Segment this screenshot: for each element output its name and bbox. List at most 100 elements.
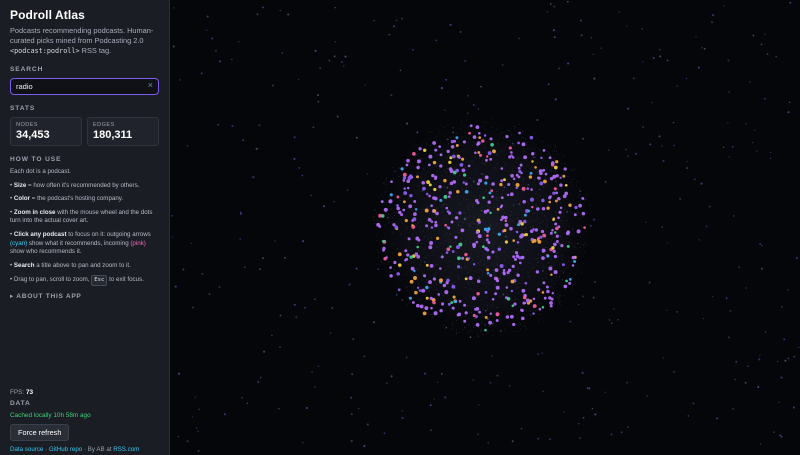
rss-com-link[interactable]: RSS.com: [113, 446, 139, 453]
background-podcast-dot[interactable]: [554, 98, 557, 101]
background-podcast-dot[interactable]: [702, 317, 705, 320]
background-podcast-dot[interactable]: [789, 1, 792, 4]
background-podcast-dot[interactable]: [558, 67, 560, 70]
background-podcast-dot[interactable]: [592, 296, 595, 299]
background-podcast-dot[interactable]: [763, 97, 766, 100]
cluster-podcast-dot[interactable]: [475, 321, 477, 323]
podcast-dot[interactable]: [404, 219, 408, 223]
background-podcast-dot[interactable]: [255, 147, 258, 150]
podcast-dot[interactable]: [446, 278, 450, 283]
cluster-podcast-dot[interactable]: [538, 180, 540, 182]
cluster-podcast-dot[interactable]: [445, 276, 447, 278]
cluster-podcast-dot[interactable]: [436, 263, 438, 265]
cluster-podcast-dot[interactable]: [443, 218, 445, 220]
cluster-podcast-dot[interactable]: [536, 258, 538, 260]
background-podcast-dot[interactable]: [231, 124, 234, 128]
cluster-podcast-dot[interactable]: [467, 209, 469, 210]
cluster-podcast-dot[interactable]: [451, 180, 453, 181]
background-podcast-dot[interactable]: [518, 37, 520, 40]
background-podcast-dot[interactable]: [310, 194, 312, 197]
cluster-podcast-dot[interactable]: [585, 193, 587, 195]
cluster-podcast-dot[interactable]: [508, 151, 510, 152]
background-podcast-dot[interactable]: [566, 0, 569, 3]
background-podcast-dot[interactable]: [760, 267, 763, 270]
podcast-dot[interactable]: [476, 279, 481, 283]
cluster-podcast-dot[interactable]: [480, 330, 482, 332]
cluster-podcast-dot[interactable]: [448, 184, 450, 186]
cluster-podcast-dot[interactable]: [483, 121, 485, 123]
podcast-dot[interactable]: [502, 269, 506, 272]
cluster-podcast-dot[interactable]: [508, 129, 510, 131]
background-podcast-dot[interactable]: [784, 359, 787, 362]
background-podcast-dot[interactable]: [662, 357, 664, 359]
cluster-podcast-dot[interactable]: [572, 288, 574, 290]
cluster-podcast-dot[interactable]: [580, 271, 582, 273]
cluster-podcast-dot[interactable]: [531, 166, 532, 168]
cluster-podcast-dot[interactable]: [490, 118, 492, 120]
podcast-dot[interactable]: [529, 135, 534, 140]
podcast-dot[interactable]: [555, 226, 559, 231]
cluster-podcast-dot[interactable]: [494, 168, 496, 170]
cluster-podcast-dot[interactable]: [510, 324, 512, 326]
cluster-podcast-dot[interactable]: [421, 160, 423, 162]
background-podcast-dot[interactable]: [722, 146, 725, 148]
podcast-dot[interactable]: [489, 211, 492, 215]
cluster-podcast-dot[interactable]: [583, 199, 585, 201]
cluster-podcast-dot[interactable]: [424, 179, 426, 181]
cluster-podcast-dot[interactable]: [415, 211, 417, 213]
podcast-dot[interactable]: [475, 199, 479, 203]
cluster-podcast-dot[interactable]: [450, 159, 452, 161]
podcast-dot[interactable]: [398, 263, 402, 267]
background-podcast-dot[interactable]: [766, 53, 769, 55]
cluster-podcast-dot[interactable]: [583, 243, 585, 245]
cluster-podcast-dot[interactable]: [558, 275, 560, 277]
cluster-podcast-dot[interactable]: [377, 257, 379, 259]
cluster-podcast-dot[interactable]: [502, 209, 504, 211]
search-input[interactable]: [11, 79, 144, 93]
cluster-podcast-dot[interactable]: [500, 242, 502, 244]
cluster-podcast-dot[interactable]: [580, 236, 582, 238]
podcast-dot[interactable]: [462, 173, 467, 177]
cluster-podcast-dot[interactable]: [412, 222, 413, 224]
cluster-podcast-dot[interactable]: [559, 304, 561, 306]
background-podcast-dot[interactable]: [328, 59, 331, 62]
podcast-dot[interactable]: [446, 149, 450, 154]
podcast-dot[interactable]: [411, 301, 415, 304]
cluster-podcast-dot[interactable]: [398, 176, 400, 178]
podcast-dot[interactable]: [461, 256, 465, 260]
background-podcast-dot[interactable]: [231, 58, 233, 61]
cluster-podcast-dot[interactable]: [454, 288, 456, 290]
cluster-podcast-dot[interactable]: [481, 162, 483, 164]
background-podcast-dot[interactable]: [386, 382, 388, 384]
background-podcast-dot[interactable]: [536, 119, 539, 121]
cluster-podcast-dot[interactable]: [377, 196, 379, 198]
cluster-podcast-dot[interactable]: [556, 215, 558, 217]
podcast-dot[interactable]: [554, 222, 558, 226]
podcast-dot[interactable]: [432, 160, 437, 165]
cluster-podcast-dot[interactable]: [462, 329, 464, 331]
cluster-podcast-dot[interactable]: [436, 136, 438, 138]
cluster-podcast-dot[interactable]: [439, 301, 441, 303]
background-podcast-dot[interactable]: [581, 371, 584, 375]
cluster-podcast-dot[interactable]: [484, 128, 486, 130]
cluster-podcast-dot[interactable]: [459, 203, 461, 205]
cluster-podcast-dot[interactable]: [556, 253, 558, 255]
background-podcast-dot[interactable]: [620, 431, 623, 434]
background-podcast-dot[interactable]: [239, 211, 242, 214]
cluster-podcast-dot[interactable]: [526, 143, 528, 145]
podcast-dot[interactable]: [438, 185, 442, 189]
podcast-dot[interactable]: [484, 328, 487, 332]
cluster-podcast-dot[interactable]: [385, 274, 387, 276]
podcast-dot[interactable]: [573, 260, 577, 263]
cluster-podcast-dot[interactable]: [497, 163, 498, 165]
cluster-podcast-dot[interactable]: [403, 216, 405, 218]
cluster-podcast-dot[interactable]: [533, 148, 535, 150]
cluster-podcast-dot[interactable]: [481, 220, 483, 222]
background-podcast-dot[interactable]: [256, 13, 259, 16]
cluster-podcast-dot[interactable]: [472, 259, 474, 261]
background-podcast-dot[interactable]: [547, 83, 550, 86]
cluster-podcast-dot[interactable]: [418, 185, 420, 187]
cluster-podcast-dot[interactable]: [436, 166, 438, 168]
cluster-podcast-dot[interactable]: [427, 282, 429, 284]
cluster-podcast-dot[interactable]: [446, 168, 448, 169]
